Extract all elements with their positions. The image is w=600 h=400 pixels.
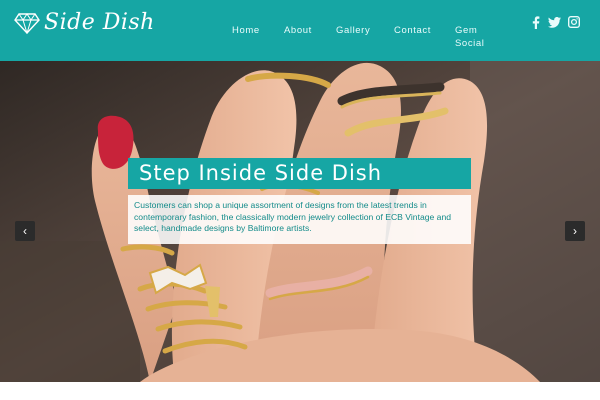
- nav-about[interactable]: About: [284, 25, 312, 36]
- nav-gem-social[interactable]: Gem Social: [455, 24, 487, 50]
- brand-name: Side Dish: [44, 10, 155, 35]
- twitter-icon[interactable]: [547, 15, 561, 29]
- nav-contact[interactable]: Contact: [394, 25, 431, 36]
- nav-gallery[interactable]: Gallery: [336, 25, 370, 36]
- nav-home[interactable]: Home: [232, 25, 260, 36]
- diamond-icon: [14, 12, 40, 34]
- slider-next-button[interactable]: ›: [565, 221, 585, 241]
- chevron-left-icon: ‹: [23, 224, 27, 238]
- site-logo[interactable]: Side Dish: [14, 10, 155, 35]
- slide-title: Step Inside Side Dish: [128, 158, 471, 189]
- slider-prev-button[interactable]: ‹: [15, 221, 35, 241]
- facebook-icon[interactable]: [529, 15, 543, 29]
- slide-description: Customers can shop a unique assortment o…: [128, 195, 471, 244]
- instagram-icon[interactable]: [567, 15, 581, 29]
- page-bottom-strip: [0, 382, 600, 400]
- chevron-right-icon: ›: [573, 224, 577, 238]
- site-header: Side Dish Home About Gallery Contact Gem…: [0, 0, 600, 61]
